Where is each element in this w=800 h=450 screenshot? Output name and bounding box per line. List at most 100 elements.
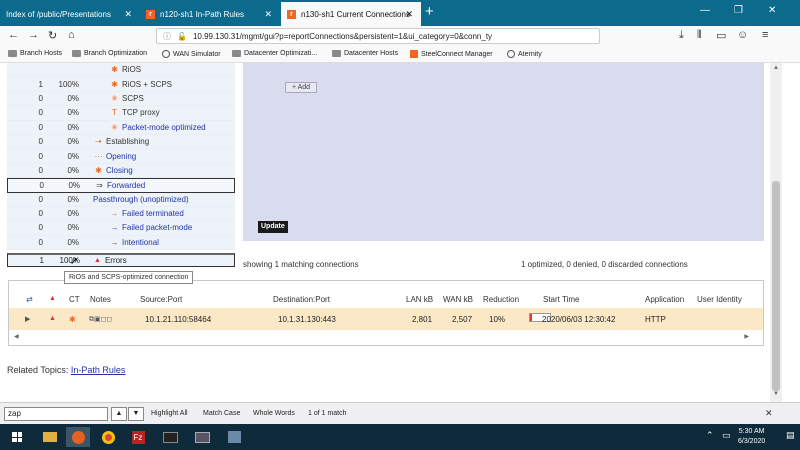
col-user-identity[interactable]: User Identity [697, 295, 742, 304]
bookmark-steelconnect-manager[interactable]: SteelConnect Manager [410, 50, 493, 58]
tab-inpath-rules[interactable]: r n120-sh1 In-Path Rules ✕ [140, 2, 280, 26]
url-bar[interactable]: ⓘ 🔓 10.99.130.31/mgmt/gui?p=reportConnec… [156, 28, 600, 44]
bookmark-aternity[interactable]: Aternity [507, 50, 542, 58]
menu-icon[interactable]: ≡ [762, 29, 768, 41]
category-row[interactable]: 1 100% ✱ RiOS + SCPS [7, 77, 235, 92]
category-label[interactable]: Passthrough (unoptimized) [79, 195, 235, 204]
category-row[interactable]: 0 0% → Failed packet-mode [7, 221, 235, 236]
category-row[interactable]: 0 0% ⇢ Establishing [7, 134, 235, 150]
find-previous-button[interactable]: ▲ [111, 407, 127, 421]
category-label[interactable]: → Failed terminated [79, 209, 235, 218]
scrollbar-thumb[interactable] [772, 181, 780, 391]
notification-chevron-icon[interactable]: ⌃ [706, 430, 714, 441]
col-source-port[interactable]: Source:Port [140, 295, 182, 304]
col-application[interactable]: Application [645, 295, 684, 304]
col-start-time[interactable]: Start Time [543, 295, 579, 304]
category-row[interactable]: 0 0% → Failed terminated [7, 206, 235, 222]
scroll-up-icon[interactable]: ▲ [773, 65, 779, 71]
category-label[interactable]: → Failed packet-mode [79, 223, 235, 232]
category-row[interactable]: 0 0% Passthrough (unoptimized) [7, 192, 235, 207]
bookmarks-bar: Branch Hosts Branch Optimization WAN Sim… [0, 46, 800, 63]
window-close-icon[interactable]: ✕ [768, 5, 776, 16]
add-filter-button[interactable]: + Add [285, 82, 317, 93]
close-icon[interactable]: ✕ [405, 9, 413, 20]
bookmark-wan-simulator[interactable]: WAN Simulator [162, 50, 221, 58]
col-destination-port[interactable]: Destination:Port [273, 295, 330, 304]
scroll-right-icon[interactable]: ▶ [744, 333, 749, 340]
bookmark-branch-optimization[interactable]: Branch Optimization [72, 50, 147, 57]
category-label[interactable]: ⋯ Opening [79, 152, 235, 161]
highlight-all-toggle[interactable]: Highlight All [151, 410, 188, 417]
errors-row[interactable]: 1 100% ▲ Errors [7, 253, 235, 267]
terminal-icon[interactable] [158, 427, 182, 447]
bookmark-datacenter-hosts[interactable]: Datacenter Hosts [332, 50, 398, 57]
in-path-rules-link[interactable]: In-Path Rules [71, 365, 126, 375]
notification-icon[interactable]: ▤ [786, 430, 795, 441]
windows-start-icon[interactable] [12, 432, 22, 442]
category-label[interactable]: ✱ Closing [79, 166, 235, 175]
forward-icon[interactable]: → [28, 29, 39, 41]
match-case-toggle[interactable]: Match Case [203, 410, 240, 417]
category-row[interactable]: 0 0% ✱ Closing [7, 163, 235, 179]
col-wan-kb[interactable]: WAN kB [443, 295, 473, 304]
category-row[interactable]: 0 0% ✳ Packet-mode optimized [7, 120, 235, 135]
whole-words-toggle[interactable]: Whole Words [253, 410, 295, 417]
category-row[interactable]: ✱ RiOS [7, 63, 235, 78]
remote-desktop-icon[interactable] [190, 427, 214, 447]
col-lan-kb[interactable]: LAN kB [406, 295, 433, 304]
scroll-left-icon[interactable]: ◀ [14, 333, 19, 340]
find-input[interactable]: zap [4, 407, 108, 421]
update-button[interactable]: Update [258, 221, 288, 233]
category-row[interactable]: 0 0% → Intentional [7, 235, 235, 251]
category-label[interactable]: → Intentional [79, 238, 235, 247]
category-label: ✱ RiOS + SCPS [79, 80, 235, 89]
sidebar-icon[interactable]: ▭ [716, 29, 726, 42]
table-header: ⇄ ▲ CT Notes Source:Port Destination:Por… [9, 295, 763, 307]
insecure-lock-icon[interactable]: 🔓 [177, 32, 187, 41]
horizontal-scrollbar[interactable]: ◀ ▶ [9, 333, 763, 341]
filezilla-icon[interactable]: Fz [126, 427, 150, 447]
bookmark-datacenter-optimization[interactable]: Datacenter Optimizati... [232, 50, 317, 57]
expand-row-icon[interactable]: ▶ [25, 315, 30, 323]
back-icon[interactable]: ← [8, 29, 19, 41]
connection-type-icon[interactable]: ⇄ [26, 295, 33, 304]
category-label[interactable]: ⇒ Forwarded [80, 181, 234, 190]
reload-icon[interactable]: ↻ [48, 29, 57, 42]
home-icon[interactable]: ⌂ [68, 29, 75, 41]
chrome-icon[interactable] [96, 427, 120, 447]
close-icon[interactable]: ✕ [124, 9, 132, 20]
find-next-button[interactable]: ▼ [128, 407, 144, 421]
category-row[interactable]: 0 0% ✳ SCPS [7, 91, 235, 107]
maximize-icon[interactable]: ❐ [734, 5, 743, 16]
category-row[interactable]: 0 0% T TCP proxy [7, 106, 235, 121]
minimize-icon[interactable]: — [700, 5, 710, 16]
error-triangle-icon[interactable]: ▲ [49, 295, 56, 302]
close-icon[interactable]: ✕ [264, 9, 272, 20]
system-clock[interactable]: 5:30 AM 6/3/2020 [738, 427, 765, 447]
scroll-down-icon[interactable]: ▼ [773, 391, 779, 397]
rios-scps-icon[interactable]: ✱ [69, 315, 76, 324]
col-reduction[interactable]: Reduction [483, 295, 519, 304]
download-icon[interactable]: ⤓ [679, 29, 684, 42]
reduction-percent: 10% [489, 315, 506, 324]
account-icon[interactable]: ☺ [737, 29, 748, 41]
col-ct[interactable]: CT [69, 295, 80, 304]
col-notes[interactable]: Notes [90, 295, 111, 304]
bookmark-branch-hosts[interactable]: Branch Hosts [8, 50, 62, 57]
network-tool-icon[interactable] [222, 427, 246, 447]
category-row[interactable]: 0 0% ⇒ Forwarded [7, 178, 235, 193]
notes-icons[interactable]: ⧉▣◻◻ [89, 315, 112, 324]
firefox-icon[interactable] [66, 427, 90, 447]
category-row[interactable]: 0 0% ⋯ Opening [7, 149, 235, 164]
tab-presentations[interactable]: Index of /public/Presentations ✕ [0, 2, 140, 26]
table-row[interactable]: ▶ ▲ ✱ ⧉▣◻◻ 10.1.21.110:58464 10.1.31.130… [9, 308, 763, 330]
library-icon[interactable]: ⫴ [697, 29, 702, 42]
new-tab-icon[interactable]: + [425, 3, 434, 20]
category-label[interactable]: ✳ Packet-mode optimized [79, 123, 235, 132]
network-icon[interactable]: ▭ [722, 430, 731, 441]
file-explorer-icon[interactable] [38, 427, 62, 447]
tab-current-connections[interactable]: r n130-sh1 Current Connections ✕ [281, 2, 421, 26]
vertical-scrollbar[interactable]: ▲ ▼ [770, 63, 782, 402]
info-icon[interactable]: ⓘ [163, 31, 171, 42]
close-icon[interactable]: ✕ [765, 408, 773, 419]
